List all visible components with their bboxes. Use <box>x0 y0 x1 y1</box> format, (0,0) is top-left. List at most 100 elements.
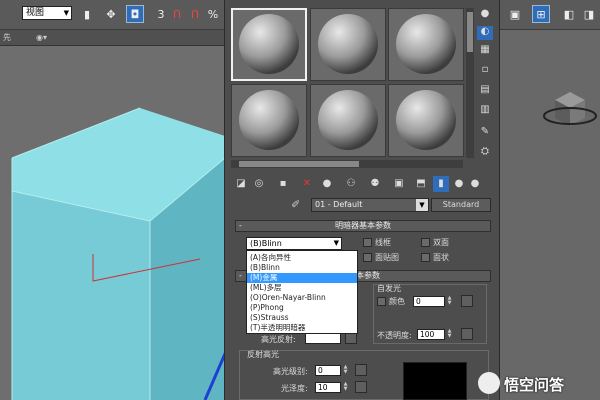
put-to-library-icon[interactable]: ⚉ <box>367 176 383 192</box>
perspective-viewport[interactable] <box>0 46 225 400</box>
material-slot[interactable] <box>310 8 386 81</box>
video-color-icon[interactable]: ▤ <box>477 84 493 98</box>
sample-type-icon[interactable]: ● <box>477 8 493 22</box>
self-illum-label: 自发光 <box>377 284 401 293</box>
material-editor-window: ● ◐ ▦ ▫ ▤ ▥ ✎ ⛭ ◪ ◎ ▪ ✕ ● ⚇ ⚉ ▣ ⬒ ▮ ● ● … <box>224 0 500 400</box>
cube-front-face <box>12 191 150 400</box>
opacity-map-button[interactable] <box>461 328 473 340</box>
render-icon[interactable]: ◨ <box>580 5 598 23</box>
material-name-row: ✐ 01 - Default ▼ Standard <box>231 198 493 214</box>
effects-channel-icon[interactable]: ▣ <box>391 176 407 192</box>
collapse-icon: - <box>239 221 242 230</box>
shader-option[interactable]: (S)Strauss <box>247 313 357 323</box>
viewcube-icon[interactable] <box>530 80 600 180</box>
spinner-arrows-icon[interactable]: ▲ ▼ <box>342 382 349 393</box>
shader-type-select[interactable]: (B)Blinn ▼ <box>246 237 342 250</box>
watermark-text: 悟空问答 <box>504 376 565 394</box>
schematic-icon[interactable]: ⊞ <box>532 5 550 23</box>
specular-level-spinner[interactable]: 0 <box>315 365 341 376</box>
specular-level-map-button[interactable] <box>355 364 367 376</box>
glossiness-label: 光泽度: <box>281 384 308 393</box>
chevron-down-icon: ▼ <box>63 9 69 17</box>
chevron-down-icon: ▼ <box>333 239 339 247</box>
spinner-arrows-icon[interactable]: ▲ ▼ <box>446 329 453 340</box>
shader-option[interactable]: (O)Oren-Nayar-Blinn <box>247 293 357 303</box>
scrollbar-thumb[interactable] <box>467 12 473 52</box>
spinner-arrows-icon[interactable]: ▲ ▼ <box>446 296 453 307</box>
copy-material-icon[interactable]: ● <box>319 176 335 192</box>
shader-option[interactable]: (T)半透明明暗器 <box>247 323 357 333</box>
material-name-field[interactable]: 01 - Default ▼ <box>311 198 429 212</box>
collapse-icon: - <box>239 271 242 280</box>
shader-dropdown-list: (A)各向异性 (B)Blinn (M)金属 (ML)多层 (O)Oren-Nayar-… <box>246 250 358 334</box>
chevron-down-icon[interactable]: ▼ <box>416 199 428 211</box>
rollout-title: 明暗器基本参数 <box>335 221 391 230</box>
checker-icon[interactable]: ▦ <box>477 44 493 58</box>
shader-option[interactable]: (P)Phong <box>247 303 357 313</box>
show-map-icon[interactable]: ⬒ <box>413 176 429 192</box>
show-end-result-icon[interactable]: ▮ <box>433 176 449 192</box>
wire-checkbox[interactable]: 线框 <box>363 237 391 248</box>
material-slot[interactable] <box>388 8 464 81</box>
slots-horizontal-scrollbar[interactable] <box>231 160 463 168</box>
material-slots <box>231 8 465 158</box>
get-material-icon[interactable]: ◪ <box>233 176 249 192</box>
shader-select-value: (B)Blinn <box>250 239 282 248</box>
material-slot[interactable] <box>388 84 464 157</box>
go-forward-icon[interactable]: ● <box>467 176 483 192</box>
backlight-icon[interactable]: ◐ <box>477 26 493 40</box>
self-illum-spinner[interactable]: 0 <box>413 296 445 307</box>
slots-vertical-scrollbar[interactable] <box>466 8 474 158</box>
faceted-checkbox[interactable]: 面状 <box>421 252 449 263</box>
opacity-label: 不透明度: <box>377 331 412 340</box>
material-slot[interactable] <box>310 84 386 157</box>
two-sided-checkbox[interactable]: 双面 <box>421 237 449 248</box>
watermark-logo <box>478 372 500 394</box>
specular-label: 高光反射: <box>261 335 296 344</box>
viewport-label-bar: 先 ◉▾ <box>0 30 225 46</box>
eye-icon[interactable]: ◉▾ <box>36 30 47 46</box>
put-to-scene-icon[interactable]: ◎ <box>251 176 267 192</box>
material-name-value: 01 - Default <box>315 200 363 209</box>
glossiness-map-button[interactable] <box>355 381 367 393</box>
make-preview-icon[interactable]: ▥ <box>477 104 493 118</box>
opacity-spinner[interactable]: 100 <box>417 329 445 340</box>
eyedropper-icon[interactable]: ✐ <box>291 198 300 211</box>
percent-snap-button[interactable]: % <box>204 5 222 23</box>
shader-option[interactable]: (A)各向异性 <box>247 253 357 263</box>
shader-basic-params-rollout[interactable]: - 明暗器基本参数 <box>235 220 491 232</box>
material-editor-icon[interactable]: ◧ <box>560 5 578 23</box>
material-toolbar: ◪ ◎ ▪ ✕ ● ⚇ ⚉ ▣ ⬒ ▮ ● ● <box>231 176 481 194</box>
view-select[interactable]: 视图 ▼ <box>22 6 72 20</box>
self-illum-color-checkbox[interactable]: 颜色 <box>377 296 405 307</box>
spinner-arrows-icon[interactable]: ▲ ▼ <box>342 365 349 376</box>
shader-option[interactable]: (B)Blinn <box>247 263 357 273</box>
material-slot[interactable] <box>231 8 307 81</box>
material-type-button[interactable]: Standard <box>431 198 491 212</box>
self-illum-map-button[interactable] <box>461 295 473 307</box>
cube-canvas <box>11 107 225 400</box>
shader-option[interactable]: (M)金属 <box>247 273 357 283</box>
sample-uv-icon[interactable]: ▫ <box>477 64 493 78</box>
layer-icon[interactable]: ▣ <box>506 5 524 23</box>
checkbox-label: 面贴图 <box>375 253 399 262</box>
move-icon[interactable]: ✥ <box>102 5 120 23</box>
magnet-icon[interactable]: ᑎ <box>168 5 186 23</box>
scrollbar-thumb[interactable] <box>239 161 359 167</box>
make-unique-icon[interactable]: ⚇ <box>343 176 359 192</box>
scale-icon[interactable]: ◘ <box>126 5 144 23</box>
options-icon[interactable]: ✎ <box>477 126 493 140</box>
paint-select-icon[interactable]: ▮ <box>78 5 96 23</box>
delete-icon[interactable]: ✕ <box>299 176 315 192</box>
glossiness-spinner[interactable]: 10 <box>315 382 341 393</box>
go-to-parent-icon[interactable]: ● <box>451 176 467 192</box>
shader-option[interactable]: (ML)多层 <box>247 283 357 293</box>
checkbox-label: 线框 <box>375 238 391 247</box>
face-map-checkbox[interactable]: 面贴图 <box>363 252 399 263</box>
select-by-material-icon[interactable]: ⛭ <box>477 146 493 160</box>
assign-material-icon[interactable]: ▪ <box>275 176 291 192</box>
angle-snap-label: 3 <box>157 8 165 21</box>
angle-snap-icon[interactable]: ᑎ <box>186 5 204 23</box>
material-slot[interactable] <box>231 84 307 157</box>
checkbox-label: 面状 <box>433 253 449 262</box>
